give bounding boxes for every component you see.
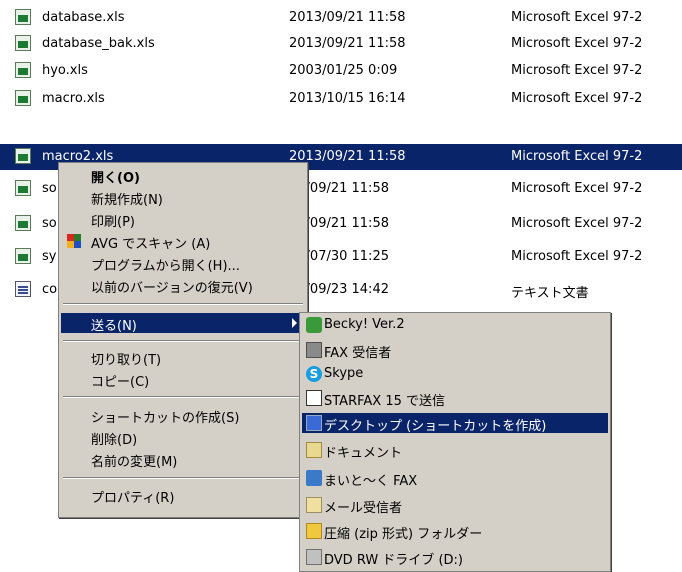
excel-file-icon	[15, 248, 31, 264]
menu-item-label: 開く(O)	[91, 171, 140, 186]
menu-separator	[63, 477, 303, 479]
send-to-mail-recipient[interactable]: メール受信者	[302, 495, 608, 516]
menu-item-new[interactable]: 新規作成(N)	[61, 187, 305, 208]
excel-file-icon	[15, 9, 31, 25]
file-date: 2013/09/21 11:58	[289, 10, 406, 25]
fax-icon	[306, 342, 322, 358]
zip-folder-icon	[306, 523, 322, 539]
menu-separator	[63, 396, 303, 398]
menu-separator	[63, 340, 303, 342]
excel-file-icon	[15, 180, 31, 196]
file-name: database_bak.xls	[42, 36, 155, 51]
submenu-arrow-icon	[292, 318, 297, 328]
menu-item-label: まいと〜く FAX	[324, 474, 418, 489]
file-type: Microsoft Excel 97-2	[511, 91, 643, 106]
menu-item-avg-scan[interactable]: AVG でスキャン (A)	[61, 231, 305, 252]
menu-item-label: 圧縮 (zip 形式) フォルダー	[324, 527, 483, 542]
send-to-skype[interactable]: S Skype	[302, 364, 608, 384]
menu-item-label: 以前のバージョンの復元(V)	[91, 281, 253, 296]
file-name: database.xls	[42, 10, 125, 25]
menu-item-cut[interactable]: 切り取り(T)	[61, 347, 305, 368]
file-row[interactable]: database_bak.xls 2013/09/21 11:58 Micros…	[0, 31, 682, 57]
menu-item-send-to[interactable]: 送る(N)	[61, 313, 305, 334]
starfax-icon	[306, 390, 322, 406]
file-type: Microsoft Excel 97-2	[511, 63, 643, 78]
send-to-becky[interactable]: Becky! Ver.2	[302, 315, 608, 335]
file-row[interactable]: macro.xls 2013/10/15 16:14 Microsoft Exc…	[0, 86, 682, 112]
send-to-maitalk-fax[interactable]: まいと〜く FAX	[302, 468, 608, 489]
menu-item-create-shortcut[interactable]: ショートカットの作成(S)	[61, 405, 305, 426]
menu-item-print[interactable]: 印刷(P)	[61, 209, 305, 230]
menu-item-label: STARFAX 15 で送信	[324, 394, 445, 409]
file-name: so	[42, 181, 57, 196]
menu-item-label: プロパティ(R)	[91, 491, 175, 506]
menu-item-delete[interactable]: 削除(D)	[61, 427, 305, 448]
file-name: sy	[42, 249, 57, 264]
mail-recipient-icon	[306, 497, 322, 513]
excel-file-icon	[15, 35, 31, 51]
menu-item-label: 送る(N)	[91, 319, 137, 334]
menu-item-label: Becky! Ver.2	[324, 317, 405, 332]
file-type: Microsoft Excel 97-2	[511, 36, 643, 51]
send-to-documents[interactable]: ドキュメント	[302, 440, 608, 461]
menu-separator	[63, 303, 303, 305]
text-file-icon	[15, 281, 31, 297]
send-to-starfax[interactable]: STARFAX 15 で送信	[302, 388, 608, 409]
desktop-icon	[306, 415, 322, 431]
file-name: macro.xls	[42, 91, 105, 106]
documents-icon	[306, 442, 322, 458]
menu-item-label: Skype	[324, 366, 364, 381]
file-row[interactable]: database.xls 2013/09/21 11:58 Microsoft …	[0, 5, 682, 31]
menu-item-rename[interactable]: 名前の変更(M)	[61, 449, 305, 470]
send-to-desktop[interactable]: デスクトップ (ショートカットを作成)	[302, 413, 608, 434]
dvd-drive-icon	[306, 549, 322, 565]
send-to-dvd-drive[interactable]: DVD RW ドライブ (D:)	[302, 547, 608, 568]
file-date: 2003/01/25 0:09	[289, 63, 398, 78]
send-to-fax[interactable]: FAX 受信者	[302, 340, 608, 361]
file-name: co	[42, 282, 58, 297]
menu-item-label: 印刷(P)	[91, 215, 135, 230]
menu-item-label: ドキュメント	[324, 446, 403, 461]
menu-item-label: メール受信者	[324, 501, 403, 516]
menu-item-label: DVD RW ドライブ (D:)	[324, 553, 463, 568]
menu-item-label: FAX 受信者	[324, 346, 392, 361]
excel-file-icon	[15, 215, 31, 231]
menu-item-label: 切り取り(T)	[91, 353, 162, 368]
menu-item-restore-previous[interactable]: 以前のバージョンの復元(V)	[61, 275, 305, 296]
menu-item-label: デスクトップ (ショートカットを作成)	[324, 419, 547, 434]
file-row[interactable]: hyo.xls 2003/01/25 0:09 Microsoft Excel …	[0, 58, 682, 84]
menu-item-label: コピー(C)	[91, 375, 150, 390]
becky-icon	[306, 317, 322, 333]
menu-item-open-with[interactable]: プログラムから開く(H)...	[61, 253, 305, 274]
file-type: Microsoft Excel 97-2	[511, 149, 643, 164]
file-date: 2013/10/15 16:14	[289, 91, 406, 106]
excel-file-icon	[15, 62, 31, 78]
menu-item-label: AVG でスキャン (A)	[91, 237, 211, 252]
context-menu: 開く(O) 新規作成(N) 印刷(P) AVG でスキャン (A) プログラムか…	[58, 162, 308, 518]
menu-item-label: 新規作成(N)	[91, 193, 163, 208]
menu-item-label: ショートカットの作成(S)	[91, 411, 240, 426]
file-type: Microsoft Excel 97-2	[511, 10, 643, 25]
file-type: テキスト文書	[511, 286, 589, 301]
skype-icon: S	[306, 366, 322, 382]
file-name: hyo.xls	[42, 63, 88, 78]
menu-item-label: 削除(D)	[91, 433, 138, 448]
file-type: Microsoft Excel 97-2	[511, 249, 643, 264]
send-to-submenu: Becky! Ver.2 FAX 受信者 S Skype STARFAX 15 …	[299, 312, 611, 572]
maitalk-fax-icon	[306, 470, 322, 486]
avg-icon	[67, 234, 81, 248]
file-type: Microsoft Excel 97-2	[511, 181, 643, 196]
menu-item-copy[interactable]: コピー(C)	[61, 369, 305, 390]
file-date: 2013/09/21 11:58	[289, 36, 406, 51]
menu-item-label: プログラムから開く(H)...	[91, 259, 240, 274]
excel-file-icon	[15, 148, 31, 164]
excel-file-icon	[15, 90, 31, 106]
send-to-zip-folder[interactable]: 圧縮 (zip 形式) フォルダー	[302, 521, 608, 542]
file-name: so	[42, 216, 57, 231]
menu-item-open[interactable]: 開く(O)	[61, 165, 305, 186]
menu-item-properties[interactable]: プロパティ(R)	[61, 485, 305, 506]
file-type: Microsoft Excel 97-2	[511, 216, 643, 231]
menu-item-label: 名前の変更(M)	[91, 455, 178, 470]
